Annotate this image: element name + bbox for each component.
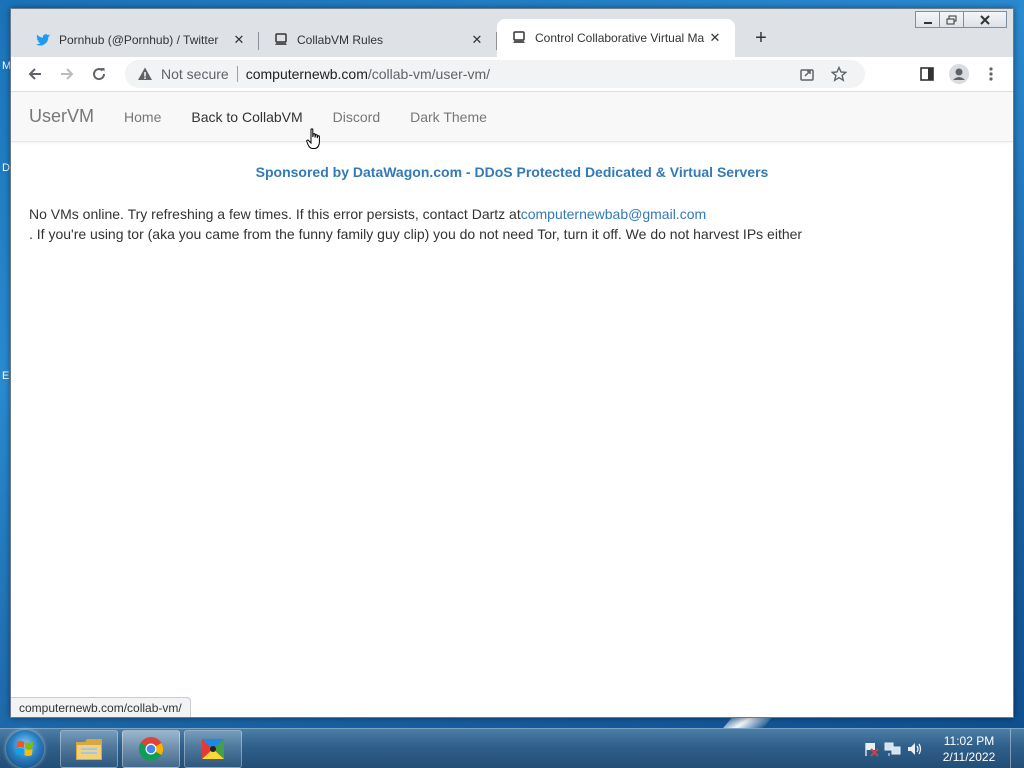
tab-close-icon[interactable]: ✕ [707, 30, 723, 46]
close-icon [980, 14, 990, 25]
bookmark-button[interactable] [823, 64, 855, 84]
network-button[interactable] [882, 739, 904, 759]
hand-cursor-icon [306, 128, 320, 149]
maximize-button[interactable] [939, 11, 964, 28]
twitter-bird-icon [36, 34, 50, 46]
tab-close-icon[interactable]: ✕ [469, 32, 485, 48]
taskbar-explorer[interactable] [60, 730, 118, 768]
taskbar-chrome[interactable] [122, 730, 180, 768]
show-desktop-button[interactable] [1010, 729, 1024, 768]
collabvm-icon [275, 33, 287, 45]
clock-date: 2/11/2022 [942, 750, 996, 764]
clock-time: 11:02 PM [943, 734, 995, 748]
web-page: UserVM Home Back to CollabVM Discord Dar… [11, 91, 1013, 717]
system-tray: 11:02 PM 2/11/2022 [860, 729, 1024, 768]
nav-back-to-collabvm[interactable]: Back to CollabVM [191, 109, 302, 125]
tab-close-icon[interactable]: ✕ [231, 32, 247, 48]
action-center-button[interactable] [860, 739, 882, 759]
warning-icon[interactable] [137, 66, 153, 82]
toolbar-right [911, 60, 1007, 88]
url-host: computernewb.com [245, 66, 368, 82]
start-button[interactable] [6, 730, 44, 768]
close-window-button[interactable] [963, 11, 1007, 28]
message-text: No VMs online. Try refreshing a few time… [29, 206, 521, 222]
tab-collabvm-rules[interactable]: CollabVM Rules ✕ [259, 23, 497, 57]
share-icon [800, 69, 814, 81]
link-status-bar: computernewb.com/collab-vm/ [11, 697, 191, 717]
status-message: No VMs online. Try refreshing a few time… [29, 204, 1013, 244]
chrome-icon [138, 737, 164, 762]
url-path: /collab-vm/user-vm/ [367, 66, 491, 82]
profile-icon [953, 68, 965, 80]
tab-title: Pornhub (@Pornhub) / Twitter [59, 33, 219, 47]
kebab-menu-icon [989, 67, 993, 81]
tab-strip: Pornhub (@Pornhub) / Twitter ✕ CollabVM … [21, 19, 775, 57]
reload-button[interactable] [83, 60, 115, 88]
profile-avatar[interactable] [949, 64, 969, 84]
restore-icon [946, 15, 956, 24]
window-controls [915, 11, 1007, 28]
colorful-app-icon [202, 739, 224, 759]
message-text: . If you're using tor (aka you came from… [29, 226, 803, 242]
windows-logo-icon [16, 741, 33, 756]
volume-button[interactable] [904, 739, 926, 759]
back-button[interactable] [19, 60, 51, 88]
sponsor-link[interactable]: Sponsored by DataWagon.com - DDoS Protec… [11, 164, 1013, 180]
collabvm-icon [513, 31, 525, 43]
taskbar-app[interactable] [184, 730, 242, 768]
nav-dark-theme[interactable]: Dark Theme [410, 109, 487, 125]
menu-button[interactable] [975, 60, 1007, 88]
nav-discord[interactable]: Discord [333, 109, 380, 125]
flag-alert-icon [865, 743, 879, 757]
contact-email-link[interactable]: computernewbab@gmail.com [521, 206, 706, 222]
browser-toolbar: Not secure computernewb.com /collab-vm/u… [11, 57, 1013, 91]
tab-title: CollabVM Rules [297, 33, 384, 47]
windows-taskbar: 11:02 PM 2/11/2022 [0, 728, 1024, 768]
tab-control-collaborative[interactable]: Control Collaborative Virtual Ma ✕ [497, 19, 735, 57]
chrome-window: Pornhub (@Pornhub) / Twitter ✕ CollabVM … [10, 8, 1014, 718]
side-panel-button[interactable] [911, 60, 943, 88]
security-label[interactable]: Not secure [161, 66, 229, 82]
address-bar[interactable]: Not secure computernewb.com /collab-vm/u… [125, 60, 865, 88]
tab-twitter[interactable]: Pornhub (@Pornhub) / Twitter ✕ [21, 23, 259, 57]
reload-icon [93, 68, 106, 81]
minimize-icon [923, 21, 932, 24]
back-arrow-icon [28, 68, 41, 80]
forward-button[interactable] [51, 60, 83, 88]
site-brand[interactable]: UserVM [29, 106, 94, 127]
minimize-button[interactable] [915, 11, 940, 28]
network-icon [884, 742, 901, 756]
speaker-icon [908, 743, 922, 755]
forward-arrow-icon [61, 68, 74, 80]
omnibox-actions [791, 64, 855, 84]
nav-home[interactable]: Home [124, 109, 161, 125]
star-icon [831, 66, 847, 82]
title-bar[interactable]: Pornhub (@Pornhub) / Twitter ✕ CollabVM … [11, 9, 1013, 57]
site-navbar: UserVM Home Back to CollabVM Discord Dar… [11, 92, 1013, 142]
new-tab-button[interactable]: + [747, 25, 775, 53]
tab-title: Control Collaborative Virtual Ma [535, 31, 705, 45]
system-clock[interactable]: 11:02 PM 2/11/2022 [934, 733, 1004, 765]
share-button[interactable] [791, 64, 823, 84]
side-panel-icon [920, 67, 934, 81]
folder-icon [76, 739, 102, 760]
separator [236, 66, 238, 82]
